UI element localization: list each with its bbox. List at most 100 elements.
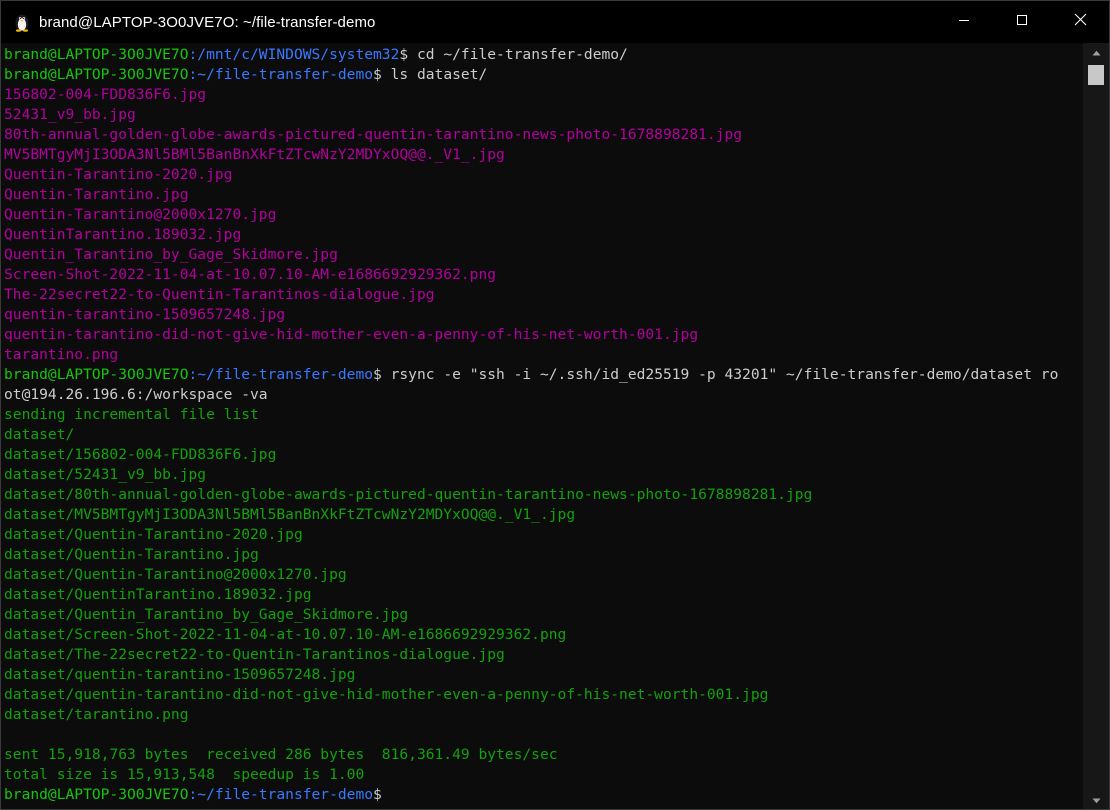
output-text: dataset/156802-004-FDD836F6.jpg <box>4 446 277 463</box>
file-name: MV5BMTgyMjI3ODA3Nl5BMl5BanBnXkFtZTcwNzY2… <box>4 146 505 163</box>
minimize-button[interactable] <box>935 1 993 43</box>
output-text: sending incremental file list <box>4 406 259 423</box>
scrollbar-thumb[interactable] <box>1088 65 1104 85</box>
scroll-down-arrow-icon <box>1092 791 1101 809</box>
close-icon <box>1074 13 1087 31</box>
output-text: total size is 15,913,548 speedup is 1.00 <box>4 766 365 783</box>
output-text: dataset/tarantino.png <box>4 706 189 723</box>
prompt-symbol: $ <box>373 66 382 83</box>
command-continuation-line: ot@194.26.196.6:/workspace -va <box>4 385 1083 405</box>
prompt-path: :~/file-transfer-demo <box>188 366 374 383</box>
rsync-output-line: total size is 15,913,548 speedup is 1.00 <box>4 765 1083 785</box>
prompt-line: brand@LAPTOP-3O0JVE7O:/mnt/c/WINDOWS/sys… <box>4 45 1083 65</box>
rsync-output-line <box>4 725 1083 745</box>
rsync-output-line: dataset/QuentinTarantino.189032.jpg <box>4 585 1083 605</box>
file-name: Quentin-Tarantino-2020.jpg <box>4 166 233 183</box>
output-text: sent 15,918,763 bytes received 286 bytes… <box>4 746 558 763</box>
title-bar[interactable]: brand@LAPTOP-3O0JVE7O: ~/file-transfer-d… <box>1 1 1109 43</box>
file-name: The-22secret22-to-Quentin-Tarantinos-dia… <box>4 286 435 303</box>
file-name: quentin-tarantino-did-not-give-hid-mothe… <box>4 326 699 343</box>
prompt-path: :~/file-transfer-demo <box>188 786 374 803</box>
ls-output-line: QuentinTarantino.189032.jpg <box>4 225 1083 245</box>
file-name: Quentin_Tarantino_by_Gage_Skidmore.jpg <box>4 246 338 263</box>
rsync-output-line: dataset/MV5BMTgyMjI3ODA3Nl5BMl5BanBnXkFt… <box>4 505 1083 525</box>
file-name: 156802-004-FDD836F6.jpg <box>4 86 207 103</box>
file-name: tarantino.png <box>4 346 119 363</box>
ls-output-line: quentin-tarantino-did-not-give-hid-mothe… <box>4 325 1083 345</box>
close-button[interactable] <box>1051 1 1109 43</box>
rsync-output-line: sending incremental file list <box>4 405 1083 425</box>
ls-output-line: 80th-annual-golden-globe-awards-pictured… <box>4 125 1083 145</box>
vertical-scrollbar[interactable] <box>1083 43 1109 809</box>
output-text: dataset/Quentin-Tarantino@2000x1270.jpg <box>4 566 347 583</box>
output-text: dataset/Quentin_Tarantino_by_Gage_Skidmo… <box>4 606 409 623</box>
rsync-output-line: dataset/The-22secret22-to-Quentin-Tarant… <box>4 645 1083 665</box>
window-controls <box>935 1 1109 43</box>
output-text: dataset/ <box>4 426 75 443</box>
rsync-output-line: dataset/Quentin-Tarantino@2000x1270.jpg <box>4 565 1083 585</box>
prompt-user-host: brand@LAPTOP-3O0JVE7O <box>4 46 189 63</box>
prompt-user-host: brand@LAPTOP-3O0JVE7O <box>4 366 189 383</box>
ls-output-line: 156802-004-FDD836F6.jpg <box>4 85 1083 105</box>
rsync-output-line: dataset/quentin-tarantino-1509657248.jpg <box>4 665 1083 685</box>
terminal-output[interactable]: brand@LAPTOP-3O0JVE7O:/mnt/c/WINDOWS/sys… <box>1 43 1083 809</box>
ls-output-line: Quentin-Tarantino.jpg <box>4 185 1083 205</box>
scroll-up-button[interactable] <box>1083 43 1109 61</box>
command-text: cd ~/file-transfer-demo/ <box>408 46 628 63</box>
prompt-path: :~/file-transfer-demo <box>188 66 374 83</box>
window-title: brand@LAPTOP-3O0JVE7O: ~/file-transfer-d… <box>39 13 376 31</box>
output-text: dataset/52431_v9_bb.jpg <box>4 466 207 483</box>
rsync-output-line: dataset/Quentin-Tarantino.jpg <box>4 545 1083 565</box>
rsync-output-line: dataset/Quentin_Tarantino_by_Gage_Skidmo… <box>4 605 1083 625</box>
file-name: quentin-tarantino-1509657248.jpg <box>4 306 286 323</box>
ls-output-line: tarantino.png <box>4 345 1083 365</box>
file-name: QuentinTarantino.189032.jpg <box>4 226 242 243</box>
maximize-icon <box>1016 13 1028 31</box>
rsync-output-line: sent 15,918,763 bytes received 286 bytes… <box>4 745 1083 765</box>
command-text: ot@194.26.196.6:/workspace -va <box>4 386 268 403</box>
ls-output-line: The-22secret22-to-Quentin-Tarantinos-dia… <box>4 285 1083 305</box>
prompt-symbol: $ <box>373 786 382 803</box>
rsync-output-line: dataset/tarantino.png <box>4 705 1083 725</box>
output-text: dataset/Quentin-Tarantino-2020.jpg <box>4 526 303 543</box>
output-text: dataset/Quentin-Tarantino.jpg <box>4 546 259 563</box>
ls-output-line: quentin-tarantino-1509657248.jpg <box>4 305 1083 325</box>
file-name: Screen-Shot-2022-11-04-at-10.07.10-AM-e1… <box>4 266 497 283</box>
file-name: 52431_v9_bb.jpg <box>4 106 136 123</box>
prompt-symbol: $ <box>373 366 382 383</box>
output-text: dataset/quentin-tarantino-did-not-give-h… <box>4 686 769 703</box>
output-text: dataset/The-22secret22-to-Quentin-Tarant… <box>4 646 505 663</box>
command-text: rsync -e "ssh -i ~/.ssh/id_ed25519 -p 43… <box>381 366 1059 383</box>
prompt-user-host: brand@LAPTOP-3O0JVE7O <box>4 66 189 83</box>
rsync-output-line: dataset/80th-annual-golden-globe-awards-… <box>4 485 1083 505</box>
command-text: ls dataset/ <box>381 66 488 83</box>
file-name: Quentin-Tarantino@2000x1270.jpg <box>4 206 277 223</box>
file-name: Quentin-Tarantino.jpg <box>4 186 189 203</box>
ls-output-line: MV5BMTgyMjI3ODA3Nl5BMl5BanBnXkFtZTcwNzY2… <box>4 145 1083 165</box>
rsync-output-line: dataset/quentin-tarantino-did-not-give-h… <box>4 685 1083 705</box>
ls-output-line: Quentin_Tarantino_by_Gage_Skidmore.jpg <box>4 245 1083 265</box>
prompt-path: :/mnt/c/WINDOWS/system32 <box>188 46 400 63</box>
minimize-icon <box>958 13 970 31</box>
output-text: dataset/80th-annual-golden-globe-awards-… <box>4 486 813 503</box>
rsync-output-line: dataset/Quentin-Tarantino-2020.jpg <box>4 525 1083 545</box>
output-text: dataset/quentin-tarantino-1509657248.jpg <box>4 666 356 683</box>
output-text: dataset/QuentinTarantino.189032.jpg <box>4 586 312 603</box>
rsync-output-line: dataset/Screen-Shot-2022-11-04-at-10.07.… <box>4 625 1083 645</box>
ls-output-line: Screen-Shot-2022-11-04-at-10.07.10-AM-e1… <box>4 265 1083 285</box>
maximize-button[interactable] <box>993 1 1051 43</box>
prompt-line: brand@LAPTOP-3O0JVE7O:~/file-transfer-de… <box>4 365 1083 385</box>
prompt-line: brand@LAPTOP-3O0JVE7O:~/file-transfer-de… <box>4 785 1083 805</box>
ls-output-line: Quentin-Tarantino-2020.jpg <box>4 165 1083 185</box>
scroll-up-arrow-icon <box>1092 43 1101 61</box>
ls-output-line: 52431_v9_bb.jpg <box>4 105 1083 125</box>
ls-output-line: Quentin-Tarantino@2000x1270.jpg <box>4 205 1083 225</box>
linux-penguin-icon <box>13 12 31 32</box>
output-text: dataset/MV5BMTgyMjI3ODA3Nl5BMl5BanBnXkFt… <box>4 506 576 523</box>
output-text: dataset/Screen-Shot-2022-11-04-at-10.07.… <box>4 626 567 643</box>
rsync-output-line: dataset/156802-004-FDD836F6.jpg <box>4 445 1083 465</box>
scroll-down-button[interactable] <box>1083 791 1109 809</box>
terminal-content: brand@LAPTOP-3O0JVE7O:/mnt/c/WINDOWS/sys… <box>1 43 1083 805</box>
file-name: 80th-annual-golden-globe-awards-pictured… <box>4 126 743 143</box>
rsync-output-line: dataset/52431_v9_bb.jpg <box>4 465 1083 485</box>
